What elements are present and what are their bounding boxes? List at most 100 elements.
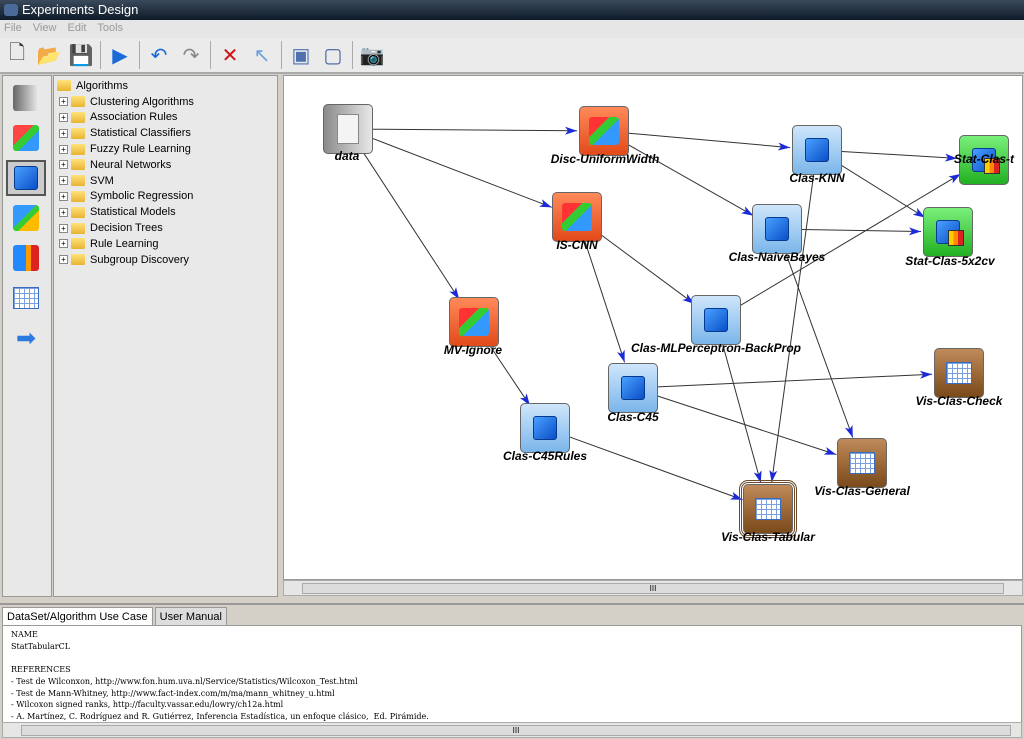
tree-item[interactable]: + Association Rules xyxy=(54,110,277,126)
run-button[interactable]: ▶ xyxy=(107,42,133,68)
window-button[interactable]: ▢ xyxy=(320,42,346,68)
expand-icon[interactable]: + xyxy=(59,176,68,186)
tree-item[interactable]: + Statistical Models xyxy=(54,204,277,220)
connection-knn-stat5[interactable] xyxy=(837,162,926,219)
window-icon: ▢ xyxy=(323,44,343,67)
node-data[interactable] xyxy=(323,104,373,154)
folder-icon xyxy=(71,111,85,123)
connection-c45-vgen[interactable] xyxy=(656,395,837,456)
node-mlp[interactable] xyxy=(691,295,741,345)
pointer-button[interactable]: ↖ xyxy=(249,42,275,68)
description-text: NAME StatTabularCL REFERENCES - Test de … xyxy=(2,625,1022,723)
node-label: Vis-Clas-Check xyxy=(915,394,1003,408)
open-button[interactable]: 📂 xyxy=(36,42,62,68)
tree-item[interactable]: + SVM xyxy=(54,173,277,189)
node-disc[interactable] xyxy=(579,106,629,156)
expand-icon[interactable]: + xyxy=(59,97,68,107)
expand-icon[interactable]: + xyxy=(59,128,68,138)
tree-item[interactable]: + Decision Trees xyxy=(54,220,277,236)
connection-nb-stat5[interactable] xyxy=(801,228,922,233)
dataset-icon xyxy=(337,114,359,144)
palette-dataset[interactable] xyxy=(6,80,46,116)
tree-item[interactable]: + Symbolic Regression xyxy=(54,189,277,205)
bar-chart-icon xyxy=(948,230,964,246)
tree-root[interactable]: Algorithms xyxy=(54,78,277,94)
node-vcheck[interactable] xyxy=(934,348,984,398)
node-label: Clas-C45 xyxy=(607,410,659,424)
node-vtab[interactable] xyxy=(739,480,797,538)
connection-disc-knn[interactable] xyxy=(628,132,791,149)
tree-item[interactable]: + Subgroup Discovery xyxy=(54,252,277,268)
connection-iscnn-c45[interactable] xyxy=(584,240,626,363)
connection-mlp-vtab[interactable] xyxy=(722,343,762,484)
app-logo-icon xyxy=(4,4,18,16)
camera-button[interactable]: 📷 xyxy=(359,42,385,68)
node-label: IS-CNN xyxy=(556,238,598,252)
undo-button[interactable]: ↶ xyxy=(146,42,172,68)
node-c45r[interactable] xyxy=(520,403,570,453)
node-knn[interactable] xyxy=(792,125,842,175)
new-button[interactable]: 🗋 xyxy=(4,42,30,68)
menu-edit[interactable]: Edit xyxy=(68,22,87,34)
connection-data-mv[interactable] xyxy=(361,149,460,300)
node-c45[interactable] xyxy=(608,363,658,413)
tree-item[interactable]: + Rule Learning xyxy=(54,236,277,252)
node-vgen[interactable] xyxy=(837,438,887,488)
snapshot-button[interactable]: ▣ xyxy=(288,42,314,68)
palette-method[interactable] xyxy=(6,160,46,196)
connection-knn-statt[interactable] xyxy=(841,150,958,159)
node-stat5[interactable] xyxy=(923,207,973,257)
connection-data-iscnn[interactable] xyxy=(371,137,552,208)
tree-item[interactable]: + Statistical Classifiers xyxy=(54,125,277,141)
scroll-thumb[interactable]: III xyxy=(21,725,1011,736)
scroll-thumb[interactable]: III xyxy=(302,583,1004,594)
redo-button[interactable]: ↷ xyxy=(178,42,204,68)
tab-user-manual[interactable]: User Manual xyxy=(154,607,227,625)
tree-item-label: Symbolic Regression xyxy=(90,190,194,203)
expand-icon[interactable]: + xyxy=(59,160,68,170)
expand-icon[interactable]: + xyxy=(59,112,68,122)
expand-icon[interactable]: + xyxy=(59,239,68,249)
menu-file[interactable]: File xyxy=(4,22,22,34)
menu-tools[interactable]: Tools xyxy=(97,22,123,34)
tree-item[interactable]: + Clustering Algorithms xyxy=(54,94,277,110)
experiment-canvas[interactable]: data Disc-UniformWidth IS-CNN MV-Ignore Clas… xyxy=(283,75,1023,580)
node-nb[interactable] xyxy=(752,204,802,254)
connection-c45-vcheck[interactable] xyxy=(657,373,933,388)
delete-button[interactable]: ✕ xyxy=(217,42,243,68)
redo-icon: ↷ xyxy=(182,44,200,67)
expand-icon[interactable]: + xyxy=(59,223,68,233)
toolbar-separator xyxy=(139,41,140,69)
canvas-horizontal-scrollbar[interactable]: III xyxy=(283,580,1023,596)
dataset-icon xyxy=(13,85,39,111)
palette-visualization[interactable] xyxy=(6,280,46,316)
tab-dataset-algorithm-use-case[interactable]: DataSet/Algorithm Use Case xyxy=(2,607,153,625)
tree-item[interactable]: + Fuzzy Rule Learning xyxy=(54,141,277,157)
connection-c45r-vtab[interactable] xyxy=(568,436,743,501)
palette-test[interactable] xyxy=(6,240,46,276)
expand-icon[interactable]: + xyxy=(59,191,68,201)
description-horizontal-scrollbar[interactable]: III xyxy=(2,722,1022,738)
palette-postprocess[interactable] xyxy=(6,200,46,236)
node-iscnn[interactable] xyxy=(552,192,602,242)
tree-item-label: Statistical Models xyxy=(90,206,176,219)
save-button[interactable]: 💾 xyxy=(68,42,94,68)
connection-data-disc[interactable] xyxy=(372,128,578,132)
cube-icon xyxy=(805,138,829,162)
folder-icon xyxy=(71,190,85,202)
expand-icon[interactable]: + xyxy=(59,207,68,217)
expand-icon[interactable]: + xyxy=(59,255,68,265)
palette-preprocess[interactable] xyxy=(6,120,46,156)
toolbar: 🗋 📂 💾 ▶ ↶ ↷ ✕ ↖ ▣ ▢ 📷 xyxy=(0,38,1024,74)
menu-view[interactable]: View xyxy=(33,22,57,34)
expand-icon[interactable]: + xyxy=(59,144,68,154)
node-mv[interactable] xyxy=(449,297,499,347)
palette-connector[interactable]: ➡ xyxy=(6,320,46,356)
table-icon xyxy=(946,362,972,384)
run-icon: ▶ xyxy=(112,44,128,67)
snapshot-icon: ▣ xyxy=(291,44,311,67)
tree-item[interactable]: + Neural Networks xyxy=(54,157,277,173)
save-icon: 💾 xyxy=(68,44,94,67)
connection-iscnn-mlp[interactable] xyxy=(596,231,695,305)
delete-icon: ✕ xyxy=(221,44,239,67)
